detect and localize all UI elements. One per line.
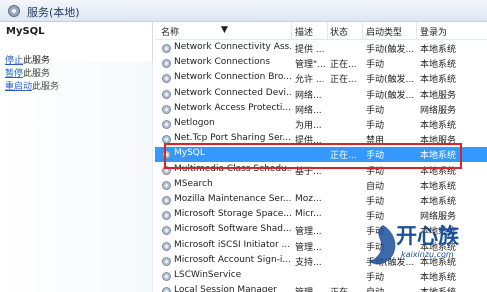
column-divider[interactable]	[291, 22, 292, 40]
service-row[interactable]: Netlogon 为用... 手动 本地系统	[155, 117, 487, 132]
service-logon-as: 本地系统	[420, 197, 457, 207]
service-gear-icon	[162, 272, 171, 281]
service-gear-icon	[162, 44, 171, 53]
service-gear-icon	[162, 74, 171, 84]
service-name: Local Session Manager	[174, 285, 277, 292]
column-divider[interactable]	[362, 22, 363, 40]
service-logon-as: 本地系统	[420, 181, 457, 192]
selected-service-name: MySQL	[6, 26, 45, 37]
service-startup-type: 手动(触发...	[366, 45, 415, 55]
pause-service-action[interactable]: 暂停此服务	[5, 66, 50, 79]
column-name[interactable]: 名称	[161, 25, 179, 38]
service-startup-type: 手动(触发...	[366, 90, 415, 101]
service-logon-as: 本地系统	[420, 60, 457, 71]
service-name: Network Connections	[174, 57, 271, 68]
service-name: Network Connectivity Ass...	[174, 42, 291, 52]
sort-arrow-icon: ▼	[221, 25, 228, 35]
service-gear-icon	[162, 89, 171, 99]
service-logon-as: 本地系统	[420, 121, 457, 131]
pause-link-rest: 此服务	[23, 69, 51, 79]
column-divider[interactable]	[416, 22, 417, 40]
restart-link-rest: 此服务	[32, 82, 60, 92]
service-status: 正在...	[330, 285, 362, 292]
service-name: Mozilla Maintenance Ser...	[174, 194, 291, 204]
service-name: Network Connected Devi...	[174, 87, 291, 98]
service-startup-type: 手动	[366, 105, 385, 116]
service-startup-type: 手动(触发...	[366, 75, 415, 86]
column-status[interactable]: 状态	[330, 25, 348, 38]
service-name: Net.Tcp Port Sharing Ser...	[174, 133, 291, 144]
service-row[interactable]: Mozilla Maintenance Ser... Moz... 手动 本地系统	[155, 193, 487, 208]
service-description: 管理"...	[295, 60, 326, 71]
service-name: Netlogon	[174, 118, 215, 128]
service-row[interactable]: Network Connected Devi... 网络... 手动(触发... 本地…	[155, 87, 487, 102]
service-status: 正在...	[330, 75, 357, 86]
service-gear-icon	[162, 241, 171, 251]
restart-link[interactable]: 重启动	[5, 82, 32, 92]
highlight-annotation	[164, 143, 462, 169]
stop-link-rest: 此服务	[23, 56, 51, 66]
service-startup-type: 手动	[366, 197, 385, 207]
service-logon-as: 本地系统	[420, 45, 457, 55]
site-watermark: 开心族 kaixinzu.com	[363, 213, 487, 292]
service-status: 正在...	[330, 60, 357, 71]
service-gear-icon	[162, 196, 171, 205]
gear-icon	[8, 5, 20, 17]
column-startup-type[interactable]: 启动类型	[366, 25, 402, 38]
column-logon-as[interactable]: 登录为	[420, 25, 447, 38]
service-description: 网络...	[295, 105, 322, 116]
column-divider[interactable]	[327, 22, 328, 40]
service-gear-icon	[162, 59, 171, 69]
service-name: Microsoft Storage Space...	[174, 209, 291, 220]
service-gear-icon	[162, 180, 171, 190]
service-startup-type: 自动	[366, 181, 385, 192]
service-description: 允许 ...	[295, 75, 325, 86]
service-logon-as: 本地系统	[420, 75, 457, 86]
service-name: Network Connection Bro...	[174, 72, 291, 83]
service-gear-icon	[162, 256, 171, 266]
service-name: Microsoft iSCSI Initiator ...	[174, 239, 291, 250]
stop-link[interactable]: 停止	[5, 56, 23, 66]
pane-gradient	[0, 62, 153, 292]
service-gear-icon	[162, 287, 171, 292]
service-logon-as: 网络服务	[420, 105, 457, 116]
service-startup-type: 手动	[366, 121, 385, 131]
service-row[interactable]: Network Connection Bro... 允许 ... 正在... 手动(触…	[155, 71, 487, 86]
service-name: MSearch	[174, 178, 213, 189]
service-name: Microsoft Software Shad...	[174, 224, 291, 235]
description-pane: MySQL 停止此服务 暂停此服务 重启动此服务	[0, 22, 153, 292]
service-row[interactable]: MSearch 自动 本地系统	[155, 178, 487, 193]
service-description: 管理...	[295, 227, 322, 238]
service-description: 支持...	[295, 257, 322, 268]
pause-link[interactable]: 暂停	[5, 69, 23, 79]
service-row[interactable]: Network Connections 管理"... 正在... 手动 本地系统	[155, 56, 487, 71]
service-gear-icon	[162, 211, 171, 221]
service-description: Micr...	[295, 209, 322, 220]
service-description: 管理...	[295, 242, 322, 253]
column-description[interactable]: 描述	[295, 25, 313, 38]
service-name: Network Access Protecti...	[174, 102, 291, 113]
service-description: 网络...	[295, 90, 322, 101]
service-description: 提供 ...	[295, 45, 325, 55]
service-description: 管理...	[295, 285, 327, 292]
service-name: LSCWinService	[174, 270, 242, 280]
service-startup-type: 手动	[366, 60, 385, 71]
service-logon-as: 本地服务	[420, 90, 457, 101]
watermark-text: 开心族	[396, 223, 459, 248]
service-row[interactable]: Network Access Protecti... 网络... 手动 网络服务	[155, 102, 487, 117]
service-gear-icon	[162, 226, 171, 236]
restart-service-action[interactable]: 重启动此服务	[5, 79, 59, 92]
watermark-url: kaixinzu.com	[401, 250, 454, 259]
service-description: Moz...	[295, 194, 322, 204]
stop-service-action[interactable]: 停止此服务	[5, 53, 50, 66]
panel-title: 服务(本地)	[27, 6, 80, 19]
service-description: 为用...	[295, 121, 322, 131]
service-name: Microsoft Account Sign-i...	[174, 254, 291, 265]
service-gear-icon	[162, 104, 171, 114]
column-header-row: ▼ 名称 描述 状态 启动类型 登录为	[155, 22, 487, 40]
service-gear-icon	[162, 120, 171, 129]
service-row[interactable]: Network Connectivity Ass... 提供 ... 手动(触发..…	[155, 41, 487, 56]
